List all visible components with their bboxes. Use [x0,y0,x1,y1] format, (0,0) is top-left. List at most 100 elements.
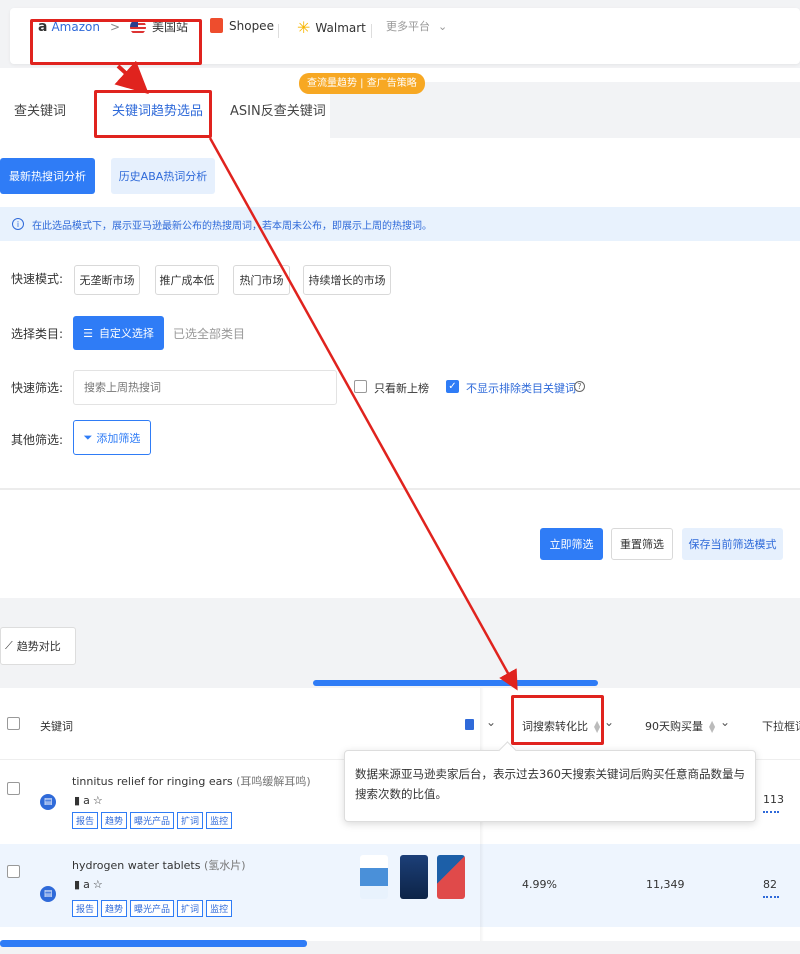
keyword-text[interactable]: tinnitus relief for ringing ears (耳鸣缓解耳鸣… [72,773,311,789]
copy-icon[interactable]: ▮ [74,878,83,891]
tag-trend[interactable]: 趋势 [101,900,128,917]
trend-compare-button[interactable]: ⟋ 趋势对比 [0,627,76,665]
copy-icon[interactable]: ▮ [74,794,83,807]
row-checkbox[interactable] [7,865,20,878]
product-thumbnail[interactable] [360,855,388,899]
tag-report[interactable]: 报告 [72,812,99,829]
chevron-down-icon[interactable]: ⌄ [720,715,730,729]
tag-expand[interactable]: 扩词 [177,812,204,829]
category-selected-text: 已选全部类目 [173,327,246,341]
header-purchases-label: 90天购买量 [645,720,703,733]
history-aba-button[interactable]: 历史ABA热词分析 [111,158,215,194]
cell-dropdown-count[interactable]: 113 [763,793,784,806]
hide-excluded-checkbox[interactable]: ✓ [446,380,459,393]
walmart-label: Walmart [315,20,366,35]
row-tags: 报告 趋势 曝光产品 扩词 监控 [72,812,233,829]
only-new-label: 只看新上榜 [374,382,429,395]
tag-monitor[interactable]: 监控 [206,900,233,917]
cell-dropdown-count[interactable]: 82 [763,878,777,891]
row-checkbox[interactable] [7,782,20,795]
reset-filter-button[interactable]: 重置筛选 [611,528,673,560]
divider [371,24,372,38]
quick-filter-label: 快速筛选: [11,381,64,395]
sort-icon[interactable]: ▲ ▼ [709,720,715,734]
horizontal-scrollbar-top[interactable] [313,680,598,686]
conversion-tooltip: 数据来源亚马逊卖家后台，表示过去360天搜索关键词后购买任意商品数量与搜索次数的… [344,750,756,822]
add-filter-button[interactable]: ⏷ 添加筛选 [73,420,151,455]
walmart-platform[interactable]: ✳ Walmart [297,18,366,37]
document-icon[interactable]: ▤ [40,794,56,810]
tag-exposure[interactable]: 曝光产品 [130,900,175,917]
mode-growing-market[interactable]: 持续增长的市场 [303,265,391,295]
tag-exposure[interactable]: 曝光产品 [130,812,175,829]
apply-filter-button[interactable]: 立即筛选 [540,528,603,560]
tag-monitor[interactable]: 监控 [206,812,233,829]
info-bar: i 在此选品模式下，展示亚马逊最新公布的热搜周词，若本周未公布，即展示上周的热搜… [0,207,800,241]
star-icon[interactable]: ☆ [93,794,106,807]
keyword-cn: (耳鸣缓解耳鸣) [236,775,311,788]
keyword-text[interactable]: hydrogen water tablets (氢水片) [72,857,246,873]
keyword-cn: (氢水片) [203,859,246,872]
select-all-checkbox[interactable] [7,717,20,730]
annotation-box-tab [94,90,212,138]
mode-no-monopoly[interactable]: 无垄断市场 [74,265,140,295]
column-settings-icon[interactable] [465,719,474,730]
star-icon[interactable]: ☆ [93,878,106,891]
other-filter-label: 其他筛选: [11,433,64,447]
amazon-icon[interactable]: a [83,794,93,807]
header-dropdown-words: 下拉框词 [762,720,800,733]
product-thumbnail[interactable] [437,855,465,899]
tag-report[interactable]: 报告 [72,900,99,917]
keyword-en: tinnitus relief for ringing ears [72,775,233,788]
info-icon: i [12,218,24,230]
more-platforms-label: 更多平台 [386,20,430,33]
only-new-checkbox[interactable] [354,380,367,393]
help-icon[interactable]: ? [574,381,585,392]
chevron-down-icon: ⌄ [438,19,448,33]
dotted-underline [763,811,779,813]
shopee-label: Shopee [229,18,274,33]
section-divider [0,488,800,490]
filter-icon: ⏷ [83,430,93,444]
row-action-icons[interactable]: ▮a☆ [74,878,106,891]
cell-purchases: 11,349 [646,878,685,891]
custom-category-button[interactable]: ☰ 自定义选择 [73,316,164,350]
shopee-logo-icon [210,18,223,33]
traffic-ad-badge[interactable]: 查流量趋势 | 查广告策略 [299,73,425,94]
table-row: ▤ hydrogen water tablets (氢水片) ▮a☆ 报告 趋势… [0,844,800,927]
tooltip-text: 数据来源亚马逊卖家后台，表示过去360天搜索关键词后购买任意商品数量与搜索次数的… [355,767,745,801]
tag-expand[interactable]: 扩词 [177,900,204,917]
info-text: 在此选品模式下，展示亚马逊最新公布的热搜周词，若本周未公布，即展示上周的热搜词。 [32,220,432,232]
tab-asin-reverse[interactable]: ASIN反查关键词 [230,100,326,119]
chevron-down-icon[interactable]: ⌄ [486,715,496,729]
annotation-box-platform [30,19,202,65]
product-thumbnail[interactable] [400,855,428,899]
amazon-icon[interactable]: a [83,878,93,891]
shopee-platform[interactable]: Shopee [210,18,274,33]
mode-hot-market[interactable]: 热门市场 [233,265,290,295]
keyword-en: hydrogen water tablets [72,859,201,872]
divider [278,24,279,38]
list-icon: ☰ [83,326,93,340]
save-filter-mode-button[interactable]: 保存当前筛选模式 [682,528,783,560]
chevron-down-icon[interactable]: ⌄ [604,715,614,729]
document-icon[interactable]: ▤ [40,886,56,902]
hot-word-search-input[interactable] [73,370,337,405]
row-action-icons[interactable]: ▮a☆ [74,794,106,807]
horizontal-scrollbar-bottom[interactable] [0,940,307,947]
walmart-logo-icon: ✳ [297,18,311,37]
dotted-underline [763,896,779,898]
cell-conversion: 4.99% [522,878,557,891]
mode-low-cost[interactable]: 推广成本低 [155,265,219,295]
latest-hot-words-button[interactable]: 最新热搜词分析 [0,158,95,194]
chart-line-icon: ⟋ [5,639,13,652]
trend-compare-label: 趋势对比 [16,640,61,653]
category-label: 选择类目: [11,327,64,341]
tag-trend[interactable]: 趋势 [101,812,128,829]
tab-keyword-search[interactable]: 查关键词 [14,100,66,119]
annotation-box-conversion [511,695,604,745]
row-tags: 报告 趋势 曝光产品 扩词 监控 [72,900,233,917]
quick-mode-label: 快速模式: [11,272,64,286]
header-purchases[interactable]: 90天购买量 ▲ ▼ [645,718,715,734]
more-platforms-dropdown[interactable]: 更多平台 ⌄ [386,18,447,34]
